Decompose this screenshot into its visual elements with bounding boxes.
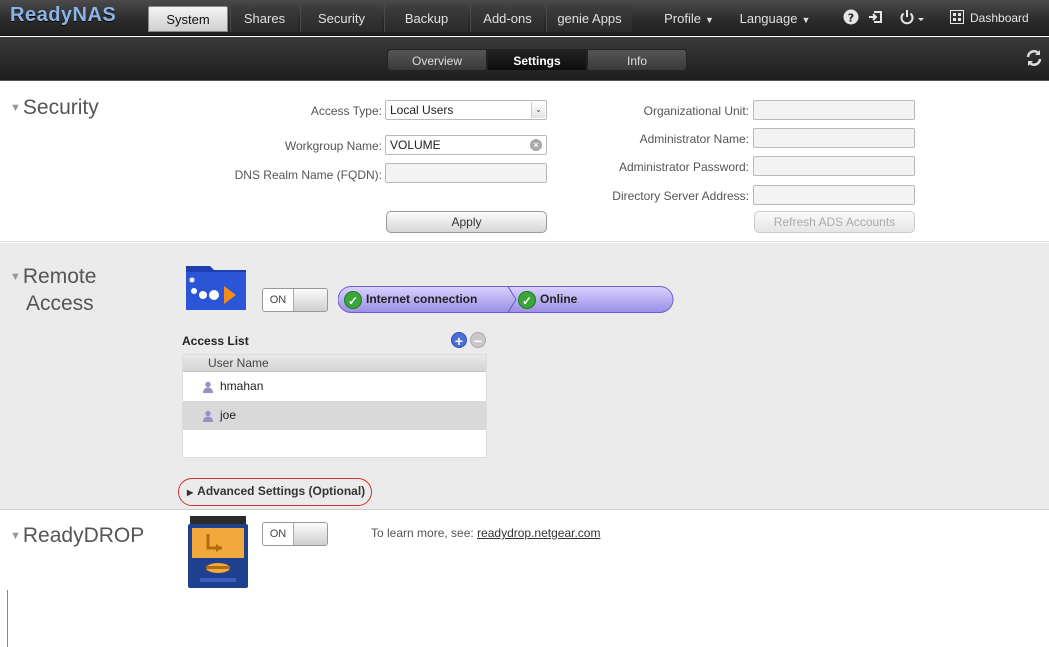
dns-realm-label: DNS Realm Name (FQDN):	[234, 168, 382, 182]
collapse-triangle-icon: ▼	[10, 530, 21, 542]
svg-text:?: ?	[848, 12, 854, 25]
toggle-on-label: ON	[269, 294, 287, 306]
administrator-name-input[interactable]	[753, 128, 915, 148]
collapse-triangle-icon: ▼	[10, 271, 21, 283]
chevron-down-icon: ▼	[801, 15, 811, 25]
security-title: Security	[22, 96, 99, 119]
organizational-unit-label: Organizational Unit:	[643, 104, 749, 118]
profile-menu[interactable]: Profile ▼	[650, 6, 728, 32]
tab-system[interactable]: System	[148, 6, 228, 32]
check-icon: ✓	[518, 290, 536, 309]
access-list-table: User Name hmahan joe	[182, 354, 487, 458]
dashboard-label: Dashboard	[970, 11, 1029, 25]
readydrop-learn-more: To learn more, see: readydrop.netgear.co…	[371, 526, 600, 540]
section-title-remote-access[interactable]: ▼Remote Access	[10, 265, 96, 316]
tab-genie-apps[interactable]: genie Apps	[546, 6, 632, 32]
dns-realm-input[interactable]	[385, 163, 547, 183]
user-name-column-header[interactable]: User Name	[183, 355, 486, 372]
readydrop-link[interactable]: readydrop.netgear.com	[477, 526, 600, 540]
administrator-password-input[interactable]	[753, 156, 915, 176]
readynas-logo: ReadyNAS	[10, 4, 117, 26]
user-name: hmahan	[220, 379, 264, 393]
user-icon	[203, 381, 213, 393]
refresh-ads-accounts-button[interactable]: Refresh ADS Accounts	[754, 211, 915, 233]
tab-addons[interactable]: Add-ons	[470, 6, 544, 32]
workgroup-name-input[interactable]: VOLUME ×	[385, 135, 547, 155]
table-row[interactable]: hmahan	[183, 372, 486, 401]
administrator-password-label: Administrator Password:	[618, 160, 749, 174]
learn-more-text: To learn more, see:	[371, 526, 474, 540]
organizational-unit-input[interactable]	[753, 100, 915, 120]
readydrop-section: ▼ReadyDROP ON To learn more, see: readyd…	[0, 510, 1049, 647]
check-icon: ✓	[344, 290, 362, 309]
user-name: joe	[220, 408, 237, 422]
tab-shares[interactable]: Shares	[230, 6, 298, 32]
dashboard-icon	[950, 10, 964, 24]
clear-icon[interactable]: ×	[530, 139, 542, 151]
workgroup-name-label: Workgroup Name:	[284, 139, 382, 153]
remote-access-toggle[interactable]: ON	[262, 288, 328, 312]
directory-server-label: Directory Server Address:	[612, 189, 749, 203]
online-status: ✓ Online	[518, 286, 577, 313]
tab-security[interactable]: Security	[300, 6, 382, 32]
toggle-knob	[293, 289, 327, 311]
access-type-value: Local Users	[390, 103, 454, 117]
tab-settings[interactable]: Settings	[487, 49, 587, 71]
logout-icon[interactable]	[868, 9, 884, 30]
expand-triangle-icon: ▶	[187, 488, 194, 497]
tab-info[interactable]: Info	[587, 49, 687, 71]
remove-user-icon[interactable]: −	[470, 332, 486, 349]
toggle-knob	[293, 523, 327, 545]
toggle-on-label: ON	[269, 528, 287, 540]
access-type-select[interactable]: Local Users ⌄	[385, 100, 547, 120]
language-menu[interactable]: Language ▼	[730, 6, 820, 32]
access-type-label: Access Type:	[310, 104, 382, 118]
remote-access-section: ▼Remote Access ON ✓ Internet connection …	[0, 243, 1049, 510]
power-icon[interactable]	[899, 9, 927, 30]
sub-navigation-bar: Overview Settings Info	[0, 37, 1049, 81]
apply-button[interactable]: Apply	[386, 211, 547, 233]
remote-access-folder-icon	[184, 262, 248, 312]
administrator-name-label: Administrator Name:	[639, 132, 749, 146]
advanced-settings-label: Advanced Settings (Optional)	[197, 484, 366, 498]
user-icon	[203, 410, 213, 422]
help-icon[interactable]: ?	[843, 9, 859, 30]
readydrop-toggle[interactable]: ON	[262, 522, 328, 546]
section-title-readydrop[interactable]: ▼ReadyDROP	[10, 524, 144, 551]
advanced-settings-toggle[interactable]: ▶ Advanced Settings (Optional)	[178, 478, 372, 506]
chevron-down-icon: ▼	[704, 15, 714, 25]
readydrop-box-icon	[186, 514, 250, 590]
tab-overview[interactable]: Overview	[387, 49, 487, 71]
profile-label: Profile	[664, 11, 701, 26]
remote-title-line1: Remote	[22, 265, 97, 288]
connection-status-indicator: ✓ Internet connection ✓ Online	[338, 286, 674, 313]
readydrop-title: ReadyDROP	[22, 524, 145, 547]
left-border-line	[7, 590, 8, 647]
access-list-label: Access List	[182, 334, 249, 348]
top-navigation-bar: ReadyNAS System Shares Security Backup A…	[0, 0, 1049, 36]
language-label: Language	[739, 11, 798, 26]
table-row[interactable]: joe	[183, 401, 486, 430]
section-title-security[interactable]: ▼Security	[10, 96, 99, 123]
dashboard-button[interactable]: Dashboard	[950, 9, 1029, 27]
add-user-icon[interactable]: +	[451, 332, 467, 349]
internet-connection-status: ✓ Internet connection	[344, 286, 477, 313]
security-section: ▼Security Access Type: Local Users ⌄ Wor…	[0, 82, 1049, 242]
refresh-icon[interactable]	[1025, 49, 1043, 72]
chevron-down-icon: ⌄	[531, 102, 545, 118]
directory-server-input[interactable]	[753, 185, 915, 205]
workgroup-name-value: VOLUME	[390, 138, 441, 152]
remote-title-line2: Access	[26, 292, 94, 315]
tab-backup[interactable]: Backup	[384, 6, 468, 32]
collapse-triangle-icon: ▼	[10, 102, 21, 114]
